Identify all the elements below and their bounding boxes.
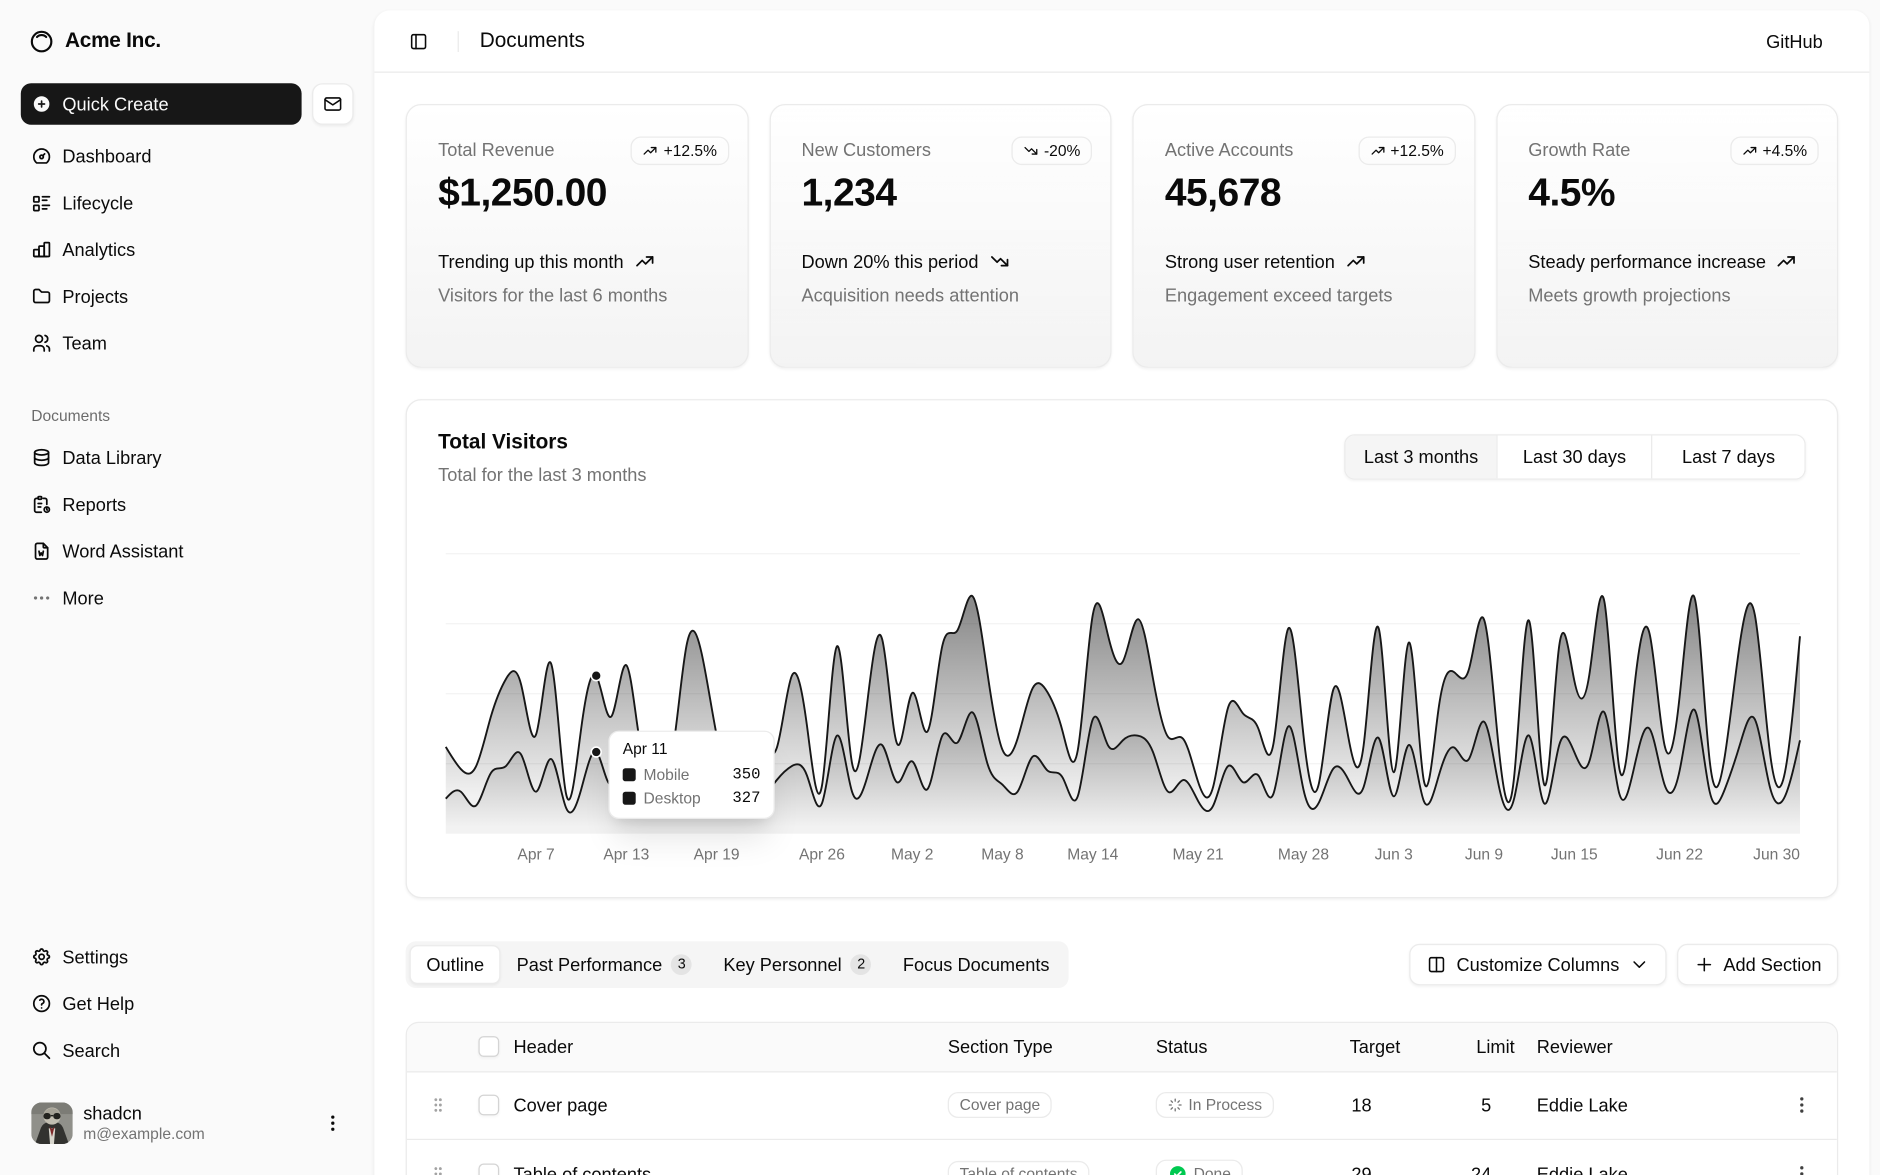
svg-text:May 2: May 2 (891, 847, 933, 864)
svg-text:Apr 13: Apr 13 (603, 847, 649, 864)
svg-text:Jun 30: Jun 30 (1753, 847, 1800, 864)
svg-text:Apr 7: Apr 7 (517, 847, 554, 864)
svg-text:Jun 3: Jun 3 (1375, 847, 1413, 864)
svg-text:Apr 19: Apr 19 (694, 847, 740, 864)
svg-text:May 8: May 8 (981, 847, 1023, 864)
svg-text:Jun 15: Jun 15 (1551, 847, 1598, 864)
svg-text:May 28: May 28 (1278, 847, 1329, 864)
svg-text:May 21: May 21 (1173, 847, 1224, 864)
svg-text:Apr 26: Apr 26 (799, 847, 845, 864)
svg-text:Jun 22: Jun 22 (1656, 847, 1703, 864)
svg-text:May 14: May 14 (1067, 847, 1118, 864)
svg-text:Jun 9: Jun 9 (1465, 847, 1503, 864)
